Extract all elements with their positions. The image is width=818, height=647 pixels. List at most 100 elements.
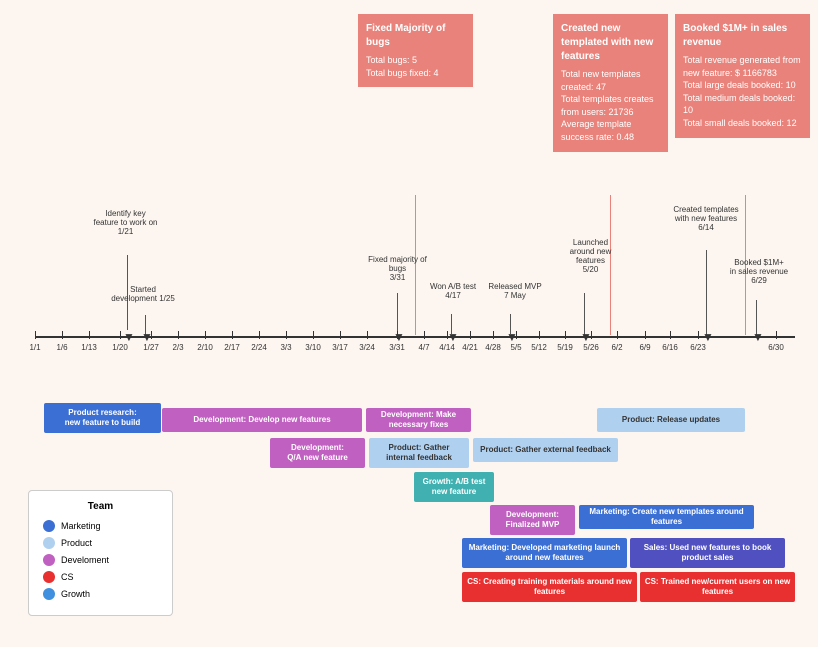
- legend-title: Team: [43, 501, 158, 512]
- bar-product-external-feedback: Product: Gather external feedback: [473, 438, 618, 462]
- timeline-tick: [286, 331, 287, 339]
- timeline-tick: [670, 331, 671, 339]
- legend-item-growth: Growth: [43, 588, 158, 600]
- timeline-date-label: 2/3: [166, 343, 190, 352]
- card-templates-title: Created new templated with new features: [561, 22, 660, 64]
- bar-marketing-launch: Marketing: Developed marketing launch ar…: [462, 538, 627, 568]
- timeline-tick: [89, 331, 90, 339]
- timeline-date-label: 5/19: [553, 343, 577, 352]
- timeline-date-label: 4/21: [458, 343, 482, 352]
- timeline-date-label: 3/17: [328, 343, 352, 352]
- timeline-tick: [776, 331, 777, 339]
- timeline-tick: [232, 331, 233, 339]
- timeline-date-label: 6/16: [658, 343, 682, 352]
- timeline-date-label: 5/26: [579, 343, 603, 352]
- milestone-line-6: [584, 293, 585, 335]
- bar-product-internal-feedback: Product: Gatherinternal feedback: [369, 438, 469, 468]
- timeline-tick: [493, 331, 494, 339]
- bar-marketing-templates: Marketing: Create new templates around f…: [579, 505, 754, 529]
- milestone-label-6: Launchedaround newfeatures5/20: [558, 238, 623, 274]
- timeline-date-label: 4/14: [435, 343, 459, 352]
- timeline-date-label: 1/20: [108, 343, 132, 352]
- timeline-tick: [259, 331, 260, 339]
- timeline-tick: [397, 331, 398, 339]
- milestone-label-4: Won A/B test4/17: [424, 282, 482, 300]
- milestone-card-revenue: Booked $1M+ in sales revenue Total reven…: [675, 14, 810, 138]
- timeline-line: [35, 336, 795, 338]
- legend-item-cs: CS: [43, 571, 158, 583]
- legend-label-growth: Growth: [61, 589, 90, 599]
- timeline-tick: [340, 331, 341, 339]
- legend-dot-product: [43, 537, 55, 549]
- timeline-date-label: 2/24: [247, 343, 271, 352]
- milestone-label-5: Released MVP7 May: [485, 282, 545, 300]
- timeline-date-label: 6/23: [686, 343, 710, 352]
- legend-dot-marketing: [43, 520, 55, 532]
- legend-dot-development: [43, 554, 55, 566]
- timeline-date-label: 1/6: [50, 343, 74, 352]
- legend: Team Marketing Product Develoment CS Gro…: [28, 490, 173, 616]
- timeline-tick: [205, 331, 206, 339]
- milestone-label-2: Starteddevelopment 1/25: [108, 285, 178, 303]
- bar-dev-qa: Development:Q/A new feature: [270, 438, 365, 468]
- timeline-date-label: 6/30: [764, 343, 788, 352]
- timeline-tick: [617, 331, 618, 339]
- bar-dev-develop: Development: Develop new features: [162, 408, 362, 432]
- timeline-date-label: 5/12: [527, 343, 551, 352]
- bar-cs-training: CS: Creating training materials around n…: [462, 572, 637, 602]
- main-container: Fixed Majority of bugs Total bugs: 5Tota…: [0, 0, 818, 647]
- milestone-label-3: Fixed majority of bugs3/31: [360, 255, 435, 282]
- timeline-date-label: 3/3: [274, 343, 298, 352]
- timeline-date-label: 1/13: [77, 343, 101, 352]
- timeline-date-label: 6/2: [605, 343, 629, 352]
- timeline-date-label: 2/17: [220, 343, 244, 352]
- milestone-label-1: Identify keyfeature to work on1/21: [88, 209, 163, 236]
- milestone-card-templates: Created new templated with new features …: [553, 14, 668, 152]
- timeline-tick: [698, 331, 699, 339]
- legend-item-development: Develoment: [43, 554, 158, 566]
- card-revenue-title: Booked $1M+ in sales revenue: [683, 22, 802, 50]
- timeline-date-label: 1/27: [139, 343, 163, 352]
- timeline-date-label: 3/24: [355, 343, 379, 352]
- timeline-tick: [35, 331, 36, 339]
- legend-item-product: Product: [43, 537, 158, 549]
- timeline-date-label: 3/31: [385, 343, 409, 352]
- milestone-label-8: Booked $1M+in sales revenue6/29: [724, 258, 794, 285]
- timeline-date-label: 4/7: [412, 343, 436, 352]
- card-bugs-body: Total bugs: 5Total bugs fixed: 4: [366, 54, 465, 79]
- timeline-tick: [539, 331, 540, 339]
- legend-label-development: Develoment: [61, 555, 109, 565]
- timeline-date-label: 1/1: [23, 343, 47, 352]
- bar-dev-mvp: Development:Finalized MVP: [490, 505, 575, 535]
- timeline-date-label: 5/5: [504, 343, 528, 352]
- legend-item-marketing: Marketing: [43, 520, 158, 532]
- bar-dev-fixes: Development: Make necessary fixes: [366, 408, 471, 432]
- timeline-tick: [516, 331, 517, 339]
- legend-dot-growth: [43, 588, 55, 600]
- timeline-tick: [178, 331, 179, 339]
- bar-product-release: Product: Release updates: [597, 408, 745, 432]
- timeline-date-label: 4/28: [481, 343, 505, 352]
- timeline-tick: [424, 331, 425, 339]
- timeline-tick: [151, 331, 152, 339]
- timeline-date-label: 3/10: [301, 343, 325, 352]
- timeline-date-label: 2/10: [193, 343, 217, 352]
- timeline-tick: [313, 331, 314, 339]
- timeline-tick: [591, 331, 592, 339]
- legend-dot-cs: [43, 571, 55, 583]
- bar-cs-trained: CS: Trained new/current users on new fea…: [640, 572, 795, 602]
- milestone-line-7: [706, 250, 707, 335]
- bar-product-research: Product research:new feature to build: [44, 403, 161, 433]
- timeline-tick: [470, 331, 471, 339]
- timeline-tick: [62, 331, 63, 339]
- legend-label-marketing: Marketing: [61, 521, 101, 531]
- milestone-card-bugs: Fixed Majority of bugs Total bugs: 5Tota…: [358, 14, 473, 87]
- legend-label-cs: CS: [61, 572, 74, 582]
- timeline-tick: [447, 331, 448, 339]
- card-bugs-title: Fixed Majority of bugs: [366, 22, 465, 50]
- timeline-tick: [565, 331, 566, 339]
- milestone-label-7: Created templateswith new features6/14: [666, 205, 746, 232]
- card-templates-body: Total new templates created: 47Total tem…: [561, 68, 660, 144]
- bar-sales: Sales: Used new features to book product…: [630, 538, 785, 568]
- milestone-line-3: [397, 293, 398, 335]
